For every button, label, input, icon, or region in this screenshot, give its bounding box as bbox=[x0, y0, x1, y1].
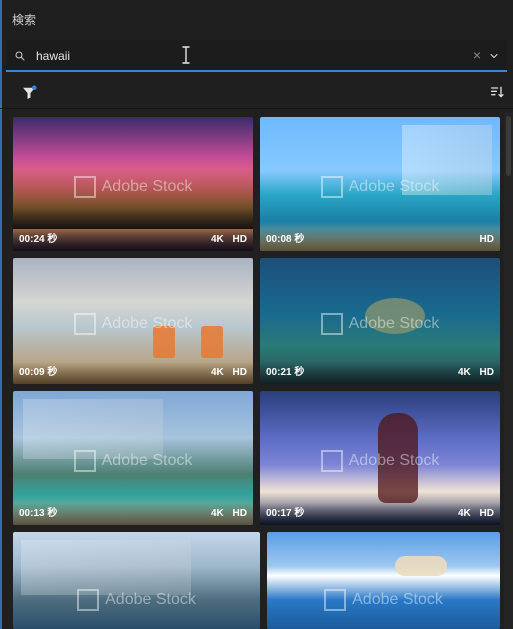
watermark: Adobe Stock bbox=[260, 312, 500, 335]
quality-badges: 4K HD bbox=[205, 234, 247, 245]
watermark: Adobe Stock bbox=[13, 449, 253, 472]
result-card[interactable]: Adobe Stock 00:08 秒 HD bbox=[260, 117, 500, 251]
result-card[interactable]: Adobe Stock 00:17 秒 4K HD bbox=[260, 391, 500, 525]
badge-4k: 4K bbox=[210, 508, 224, 519]
adobe-logo-icon bbox=[73, 312, 96, 335]
search-bar[interactable]: × bbox=[6, 40, 507, 72]
duration-label: 00:24 秒 bbox=[19, 234, 58, 245]
search-input[interactable] bbox=[34, 45, 458, 67]
filter-icon[interactable] bbox=[20, 84, 38, 102]
badge-hd: HD bbox=[232, 367, 247, 378]
quality-badges: HD bbox=[474, 234, 494, 245]
results-scrollbar[interactable] bbox=[504, 112, 513, 629]
quality-badges: 4K HD bbox=[205, 508, 247, 519]
result-card[interactable]: Adobe Stock 00:24 秒 4K HD bbox=[13, 117, 253, 251]
result-card[interactable]: Adobe Stock 00:13 秒 4K HD bbox=[13, 391, 253, 525]
adobe-logo-icon bbox=[77, 588, 100, 611]
badge-hd: HD bbox=[479, 234, 494, 245]
quality-badges: 4K HD bbox=[205, 367, 247, 378]
badge-4k: 4K bbox=[457, 508, 471, 519]
adobe-logo-icon bbox=[320, 175, 343, 198]
results-grid: Adobe Stock 00:24 秒 4K HD Adobe Stock 00… bbox=[8, 112, 504, 629]
scrollbar-thumb[interactable] bbox=[506, 116, 511, 176]
duration-label: 00:17 秒 bbox=[266, 508, 305, 519]
duration-label: 00:08 秒 bbox=[266, 234, 305, 245]
adobe-logo-icon bbox=[320, 449, 343, 472]
search-panel: 検索 × bbox=[0, 0, 513, 629]
quality-badges: 4K HD bbox=[452, 367, 494, 378]
result-card[interactable]: Adobe Stock bbox=[267, 532, 500, 629]
watermark-text: Adobe Stock bbox=[105, 591, 196, 609]
chevron-down-icon[interactable] bbox=[488, 49, 500, 67]
adobe-logo-icon bbox=[324, 588, 347, 611]
watermark: Adobe Stock bbox=[260, 449, 500, 472]
duration-label: 00:09 秒 bbox=[19, 367, 58, 378]
badge-4k: 4K bbox=[457, 367, 471, 378]
result-card[interactable]: Adobe Stock 00:21 秒 4K HD bbox=[260, 258, 500, 384]
result-card[interactable]: Adobe Stock bbox=[13, 532, 260, 629]
text-cursor-icon bbox=[182, 46, 190, 64]
results-toolbar bbox=[0, 78, 513, 109]
watermark-text: Adobe Stock bbox=[101, 314, 193, 332]
adobe-logo-icon bbox=[73, 175, 96, 198]
watermark-text: Adobe Stock bbox=[101, 451, 193, 469]
adobe-logo-icon bbox=[320, 312, 343, 335]
watermark: Adobe Stock bbox=[260, 175, 500, 198]
badge-4k: 4K bbox=[210, 367, 224, 378]
badge-hd: HD bbox=[232, 508, 247, 519]
search-icon bbox=[14, 49, 26, 67]
result-card[interactable]: Adobe Stock 00:09 秒 4K HD bbox=[13, 258, 253, 384]
panel-title: 検索 bbox=[12, 13, 37, 27]
watermark: Adobe Stock bbox=[267, 588, 500, 611]
watermark-text: Adobe Stock bbox=[348, 451, 440, 469]
watermark-text: Adobe Stock bbox=[101, 177, 193, 195]
thumbnail-foreground bbox=[21, 540, 191, 595]
badge-hd: HD bbox=[479, 367, 494, 378]
watermark-text: Adobe Stock bbox=[352, 591, 443, 609]
watermark-text: Adobe Stock bbox=[348, 177, 440, 195]
watermark: Adobe Stock bbox=[13, 312, 253, 335]
close-icon[interactable]: × bbox=[473, 47, 481, 63]
watermark-text: Adobe Stock bbox=[348, 314, 440, 332]
badge-4k: 4K bbox=[210, 234, 224, 245]
quality-badges: 4K HD bbox=[452, 508, 494, 519]
thumbnail-foreground bbox=[395, 556, 447, 576]
sort-icon[interactable] bbox=[489, 84, 505, 100]
watermark: Adobe Stock bbox=[13, 588, 260, 611]
video-thumbnail bbox=[267, 532, 500, 629]
adobe-logo-icon bbox=[73, 449, 96, 472]
watermark: Adobe Stock bbox=[13, 175, 253, 198]
duration-label: 00:13 秒 bbox=[19, 508, 58, 519]
badge-hd: HD bbox=[479, 508, 494, 519]
duration-label: 00:21 秒 bbox=[266, 367, 305, 378]
badge-hd: HD bbox=[232, 234, 247, 245]
